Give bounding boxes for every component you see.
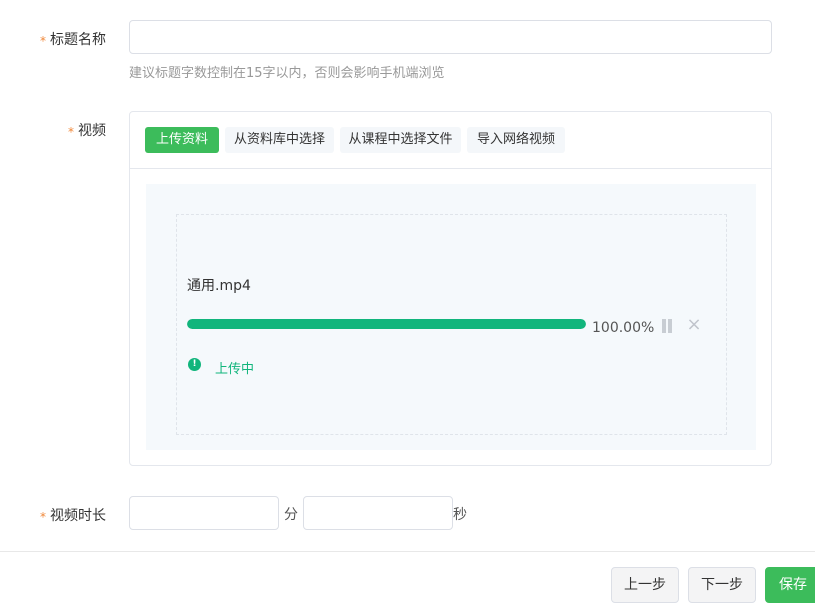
duration-seconds-input[interactable] xyxy=(303,496,453,530)
required-star: * xyxy=(40,510,46,524)
tab-divider xyxy=(130,168,771,169)
pause-icon[interactable] xyxy=(661,319,673,333)
required-star: * xyxy=(68,125,74,139)
video-label-text: 视频 xyxy=(78,123,106,139)
upload-progress-fill xyxy=(187,319,586,329)
prev-step-button[interactable]: 上一步 xyxy=(611,567,679,603)
upload-item: 通用.mp4 100.00% × ! 上传中 xyxy=(176,214,727,435)
info-circle-icon: ! xyxy=(188,358,201,371)
duration-label: * 视频时长 xyxy=(36,505,106,525)
title-label: * 标题名称 xyxy=(36,29,106,49)
title-input[interactable] xyxy=(129,20,772,54)
close-icon[interactable]: × xyxy=(686,316,702,334)
upload-status-text: 上传中 xyxy=(215,362,255,377)
upload-area: 通用.mp4 100.00% × ! 上传中 xyxy=(146,184,756,450)
minutes-unit: 分 xyxy=(284,507,298,523)
save-button[interactable]: 保存 xyxy=(765,567,815,603)
required-star: * xyxy=(40,34,46,48)
tab-upload[interactable]: 上传资料 xyxy=(145,127,219,153)
duration-label-text: 视频时长 xyxy=(50,508,106,524)
upload-file-name: 通用.mp4 xyxy=(187,278,251,294)
upload-progress-bar xyxy=(187,319,586,329)
video-panel: 上传资料 从资料库中选择 从课程中选择文件 导入网络视频 通用.mp4 100.… xyxy=(129,111,772,466)
video-label: * 视频 xyxy=(36,120,106,140)
footer-divider xyxy=(0,551,815,552)
tab-from-course[interactable]: 从课程中选择文件 xyxy=(340,127,461,153)
next-step-button[interactable]: 下一步 xyxy=(688,567,756,603)
seconds-unit: 秒 xyxy=(453,507,467,523)
upload-progress-text: 100.00% xyxy=(592,320,655,336)
title-label-text: 标题名称 xyxy=(50,32,106,48)
duration-minutes-input[interactable] xyxy=(129,496,279,530)
tab-from-library[interactable]: 从资料库中选择 xyxy=(225,127,334,153)
title-hint: 建议标题字数控制在15字以内，否则会影响手机端浏览 xyxy=(129,66,445,81)
tab-import-network-video[interactable]: 导入网络视频 xyxy=(467,127,565,153)
